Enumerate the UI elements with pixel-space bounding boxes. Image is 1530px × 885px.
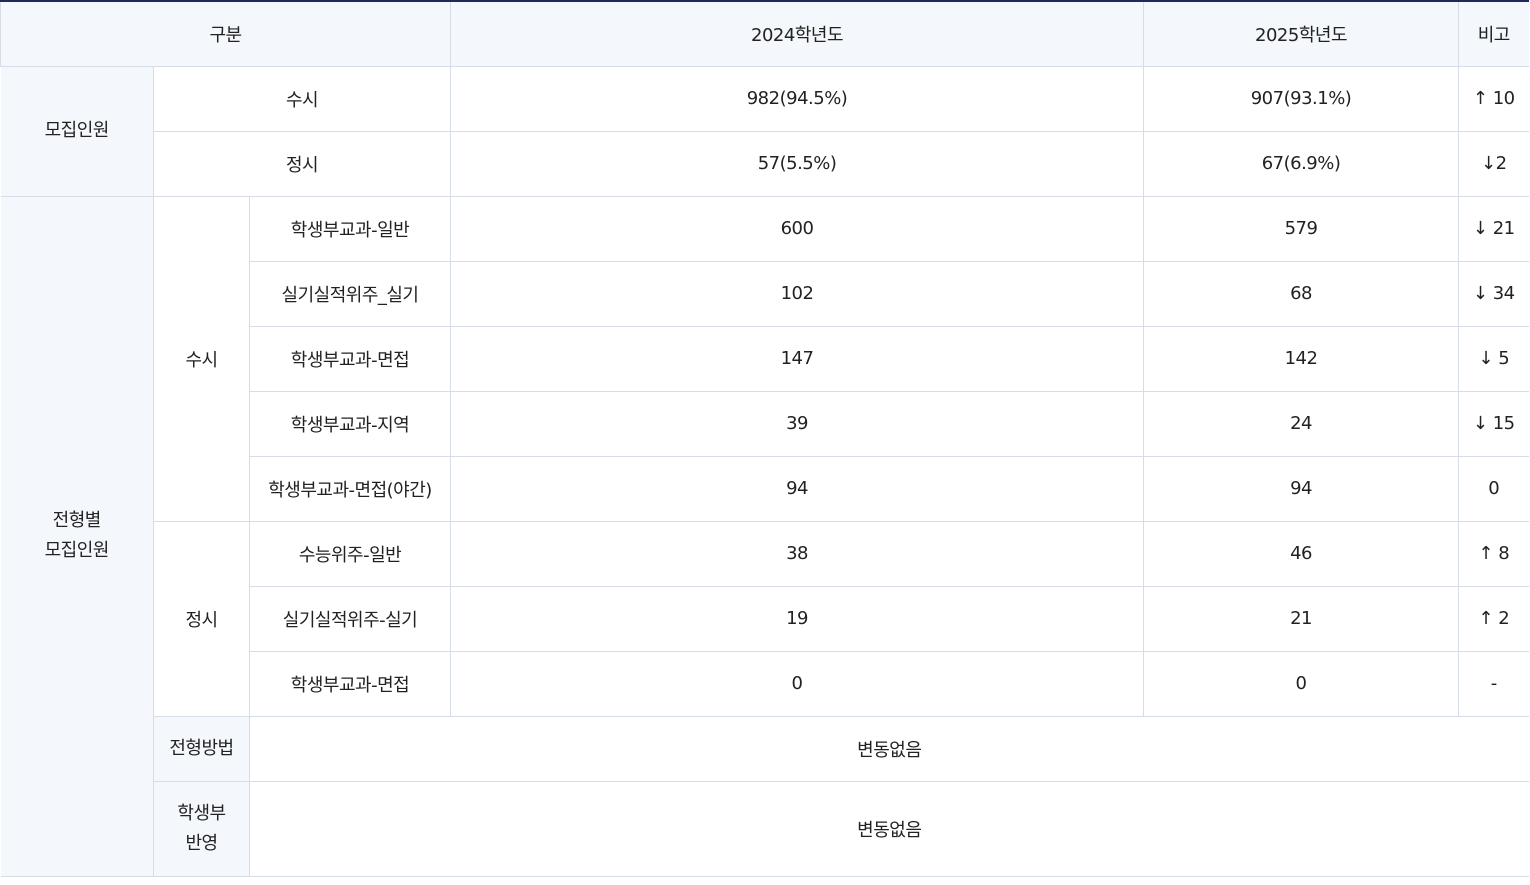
by-type-label-line1: 전형별	[52, 510, 102, 531]
value-2025: 67(6.9%)	[1143, 130, 1460, 197]
admission-comparison-table: 구분 2024학년도 2025학년도 비고 모집인원 수시 982(94.5%)…	[0, 0, 1529, 877]
record-value: 변동없음	[248, 780, 1529, 877]
value-2025: 46	[1143, 520, 1460, 587]
row-label: 정시	[152, 130, 452, 197]
record-label: 학생부 반영	[153, 780, 250, 877]
recruit-total-label: 모집인원	[0, 65, 154, 197]
table-header-row: 구분 2024학년도 2025학년도 비고	[0, 0, 1529, 67]
value-2024: 19	[450, 585, 1145, 652]
table-row: 학생부 반영 변동없음	[1, 780, 1529, 877]
row-label: 실기실적위주-실기	[248, 585, 452, 652]
value-2025: 579	[1143, 195, 1460, 262]
value-2024: 600	[450, 195, 1145, 262]
value-2024: 57(5.5%)	[450, 130, 1145, 197]
value-2025: 0	[1143, 650, 1460, 717]
value-2024: 0	[450, 650, 1145, 717]
header-note: 비고	[1458, 0, 1529, 67]
row-label: 학생부교과-면접(야간)	[248, 455, 452, 522]
value-2025: 142	[1143, 325, 1460, 392]
table-row: 전형별 모집인원 수시 학생부교과-일반 600 579 ↓ 21	[0, 195, 1529, 877]
method-label: 전형방법	[153, 715, 250, 782]
method-value: 변동없음	[248, 715, 1529, 782]
change-note: ↓ 5	[1458, 325, 1529, 392]
value-2024: 147	[450, 325, 1145, 392]
change-note: -	[1458, 650, 1529, 717]
row-label: 학생부교과-지역	[248, 390, 452, 457]
by-type-label: 전형별 모집인원	[0, 195, 154, 877]
change-note: ↑ 2	[1458, 585, 1529, 652]
value-2025: 94	[1143, 455, 1460, 522]
value-2025: 907(93.1%)	[1143, 65, 1460, 132]
header-category: 구분	[0, 0, 452, 67]
change-note: ↓ 21	[1458, 195, 1529, 262]
table-row: 정시 57(5.5%) 67(6.9%) ↓2	[1, 130, 1529, 197]
value-2024: 982(94.5%)	[450, 65, 1145, 132]
jeongsi-group-label: 정시	[153, 520, 250, 717]
value-2025: 68	[1143, 260, 1460, 327]
change-note: ↓ 15	[1458, 390, 1529, 457]
change-note: ↑ 10	[1458, 65, 1529, 132]
value-2024: 38	[450, 520, 1145, 587]
table-row: 모집인원 수시 982(94.5%) 907(93.1%) ↑ 10	[0, 65, 1529, 197]
header-year-2024: 2024학년도	[450, 0, 1145, 67]
table-row: 전형방법 변동없음	[1, 715, 1529, 782]
header-year-2025: 2025학년도	[1143, 0, 1460, 67]
value-2025: 21	[1143, 585, 1460, 652]
table-row: 정시 수능위주-일반 38 46 ↑ 8	[1, 520, 1529, 717]
change-note: ↓2	[1458, 130, 1529, 197]
value-2025: 24	[1143, 390, 1460, 457]
change-note: ↓ 34	[1458, 260, 1529, 327]
value-2024: 102	[450, 260, 1145, 327]
record-label-line1: 학생부	[177, 802, 226, 824]
record-label-line2: 반영	[185, 832, 218, 854]
change-note: ↑ 8	[1458, 520, 1529, 587]
susi-group-label: 수시	[153, 195, 250, 522]
row-label: 수시	[152, 65, 452, 132]
row-label: 학생부교과-일반	[248, 195, 452, 262]
row-label: 수능위주-일반	[248, 520, 452, 587]
value-2024: 39	[450, 390, 1145, 457]
change-note: 0	[1458, 455, 1529, 522]
row-label: 실기실적위주_실기	[248, 260, 452, 327]
value-2024: 94	[450, 455, 1145, 522]
by-type-label-line2: 모집인원	[44, 540, 110, 561]
row-label: 학생부교과-면접	[248, 650, 452, 717]
row-label: 학생부교과-면접	[248, 325, 452, 392]
